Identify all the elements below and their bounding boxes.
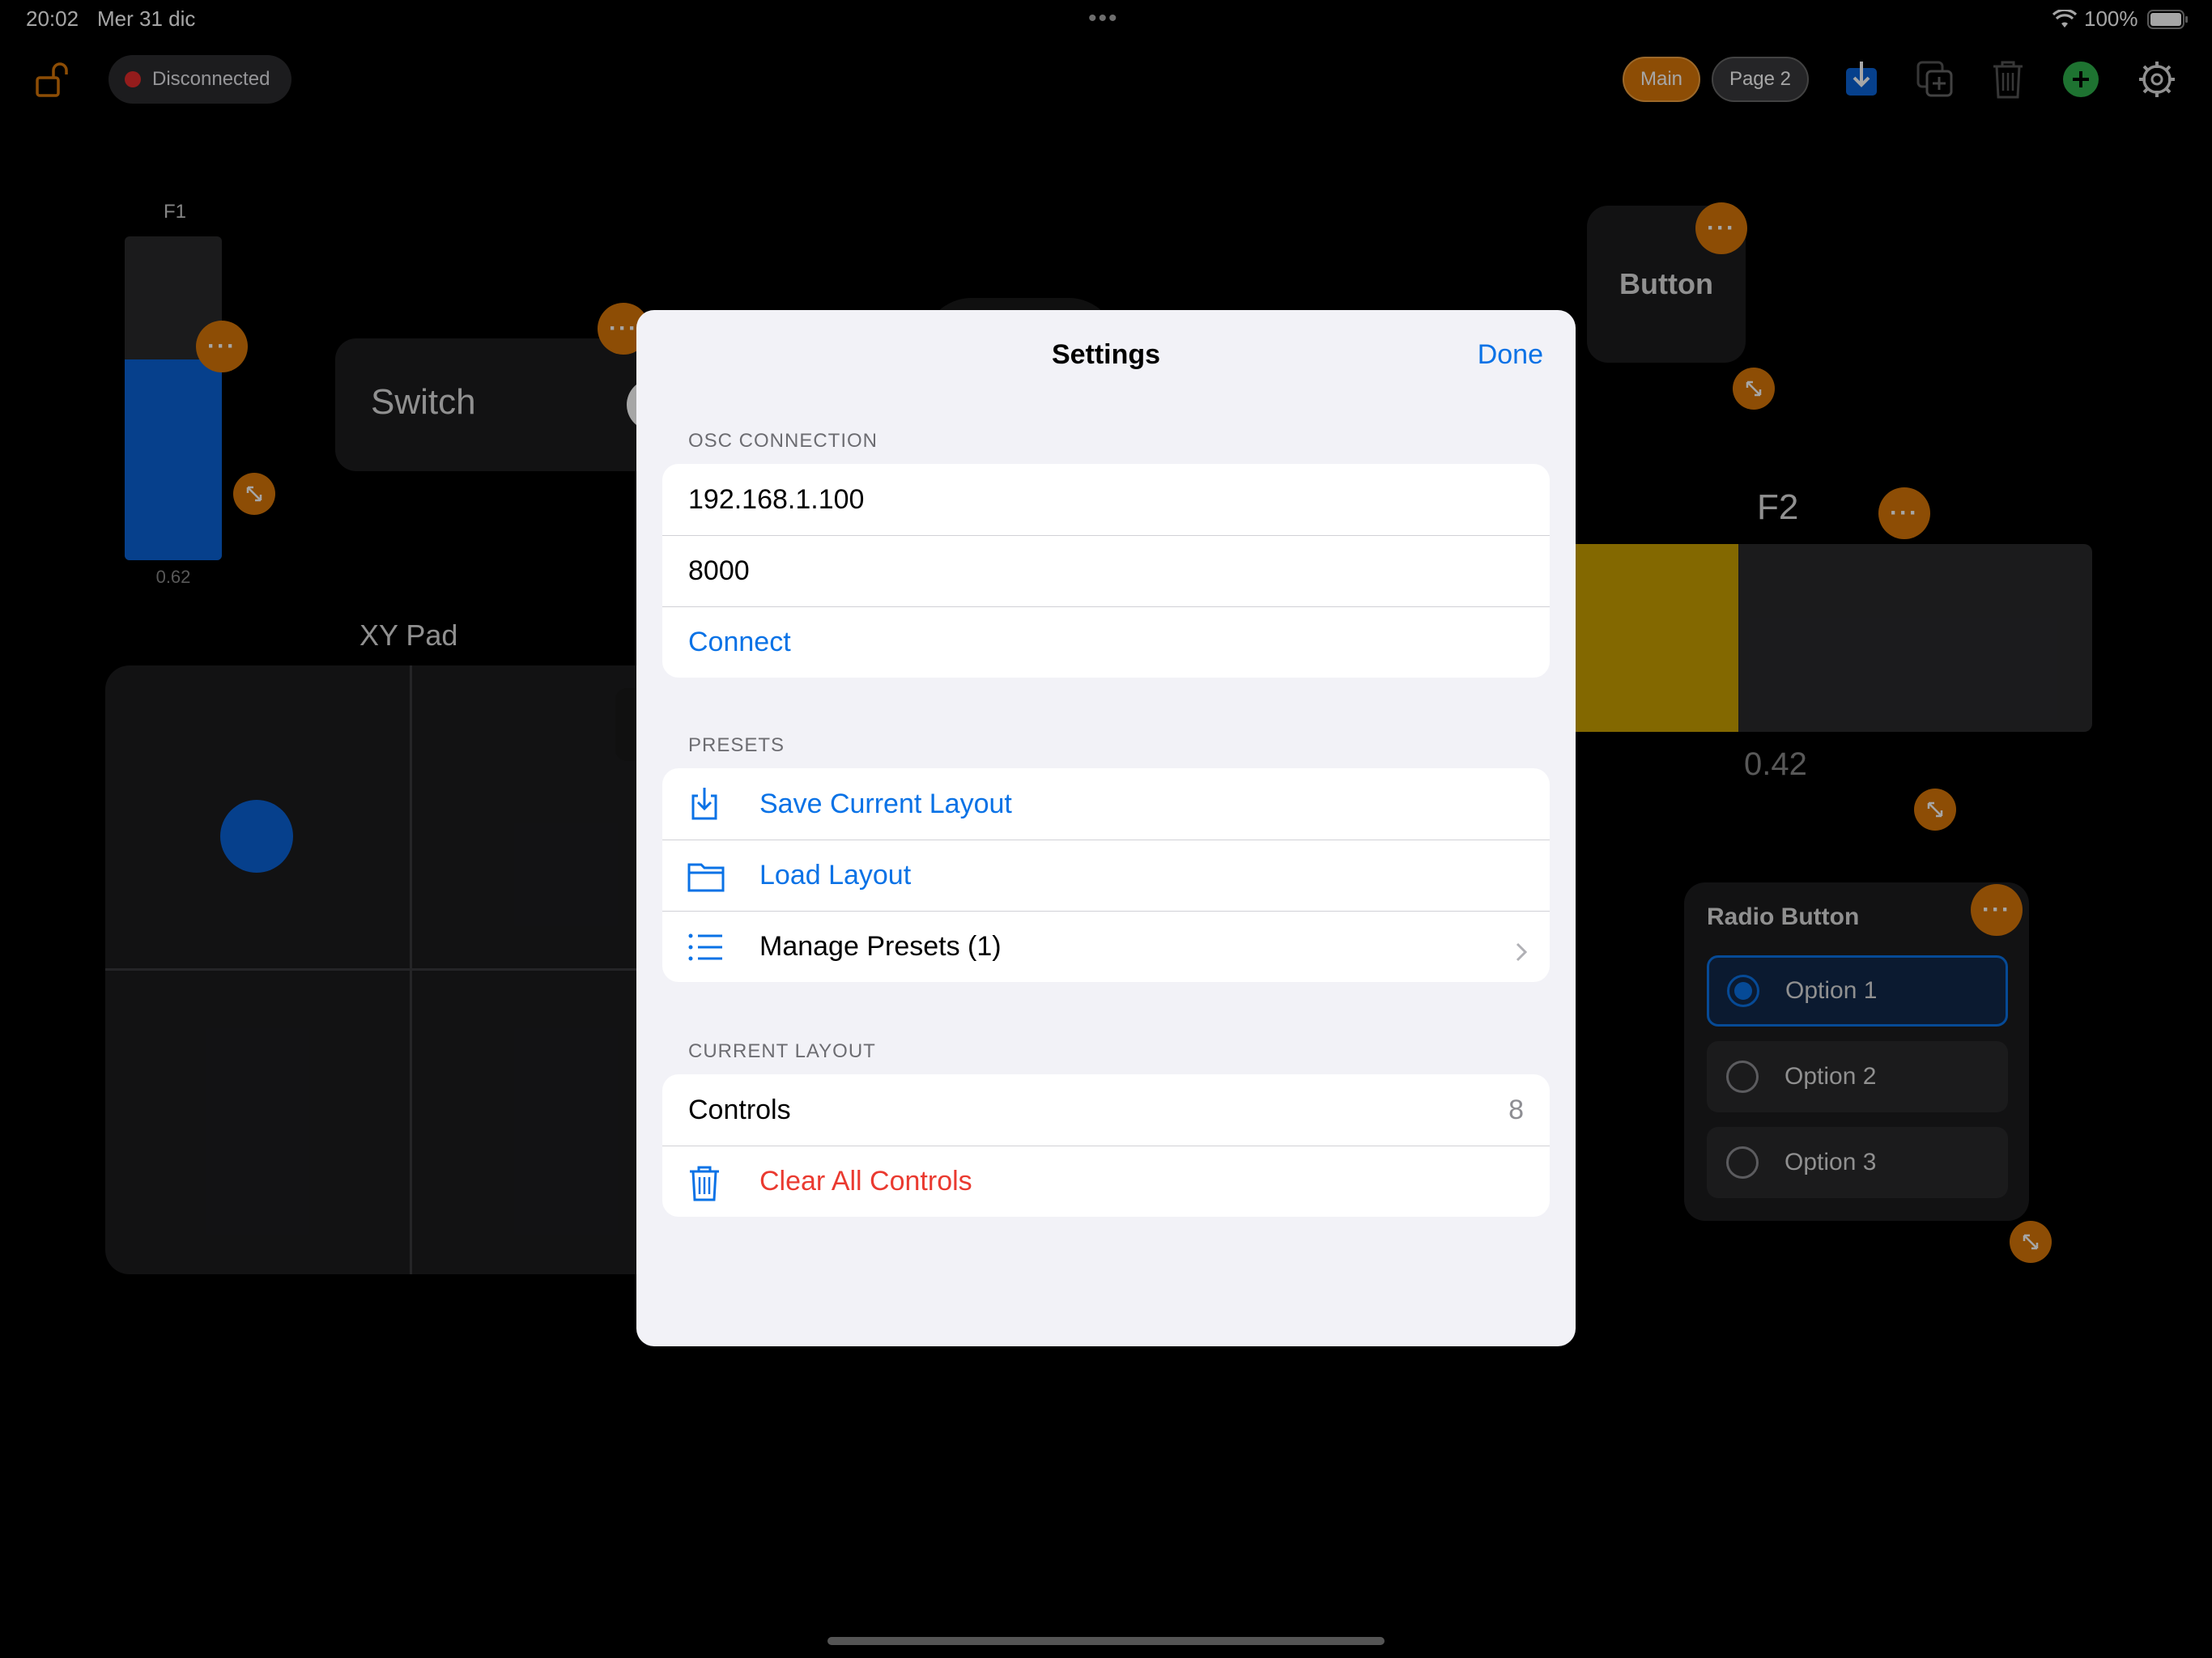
manage-presets-label: Manage Presets (1) — [759, 931, 1002, 962]
ip-address-value: 192.168.1.100 — [688, 483, 865, 515]
osc-group: 192.168.1.100 8000 Connect — [662, 464, 1550, 678]
settings-title: Settings — [1051, 339, 1161, 370]
ip-address-field[interactable]: 192.168.1.100 — [662, 464, 1550, 535]
load-layout-button[interactable]: Load Layout — [662, 840, 1550, 911]
list-icon — [687, 929, 722, 965]
current-layout-section-header: CURRENT LAYOUT — [688, 1040, 876, 1062]
folder-icon — [687, 858, 725, 894]
connect-label: Connect — [688, 627, 791, 657]
port-value: 8000 — [688, 555, 750, 586]
presets-group: Save Current Layout Load Layout Manage P… — [662, 768, 1550, 982]
presets-section-header: PRESETS — [688, 734, 785, 756]
current-layout-group: Controls 8 Clear All Controls — [662, 1074, 1550, 1217]
osc-section-header: OSC CONNECTION — [688, 430, 878, 452]
trash-icon — [687, 1164, 722, 1201]
load-layout-label: Load Layout — [759, 860, 912, 891]
done-button[interactable]: Done — [1478, 339, 1543, 371]
settings-sheet: Settings Done OSC CONNECTION 192.168.1.1… — [636, 310, 1576, 1346]
save-current-layout-label: Save Current Layout — [759, 788, 1012, 819]
controls-count-row: Controls 8 — [662, 1074, 1550, 1146]
clear-all-controls-button[interactable]: Clear All Controls — [662, 1146, 1550, 1217]
save-download-icon — [687, 786, 722, 822]
controls-label: Controls — [688, 1094, 791, 1125]
manage-presets-button[interactable]: Manage Presets (1) — [662, 911, 1550, 982]
home-indicator[interactable] — [827, 1637, 1385, 1645]
controls-count: 8 — [1508, 1094, 1524, 1125]
port-field[interactable]: 8000 — [662, 535, 1550, 606]
clear-all-controls-label: Clear All Controls — [759, 1166, 972, 1197]
save-current-layout-button[interactable]: Save Current Layout — [662, 768, 1550, 840]
connect-button[interactable]: Connect — [662, 606, 1550, 678]
chevron-right-icon — [1516, 937, 1528, 969]
